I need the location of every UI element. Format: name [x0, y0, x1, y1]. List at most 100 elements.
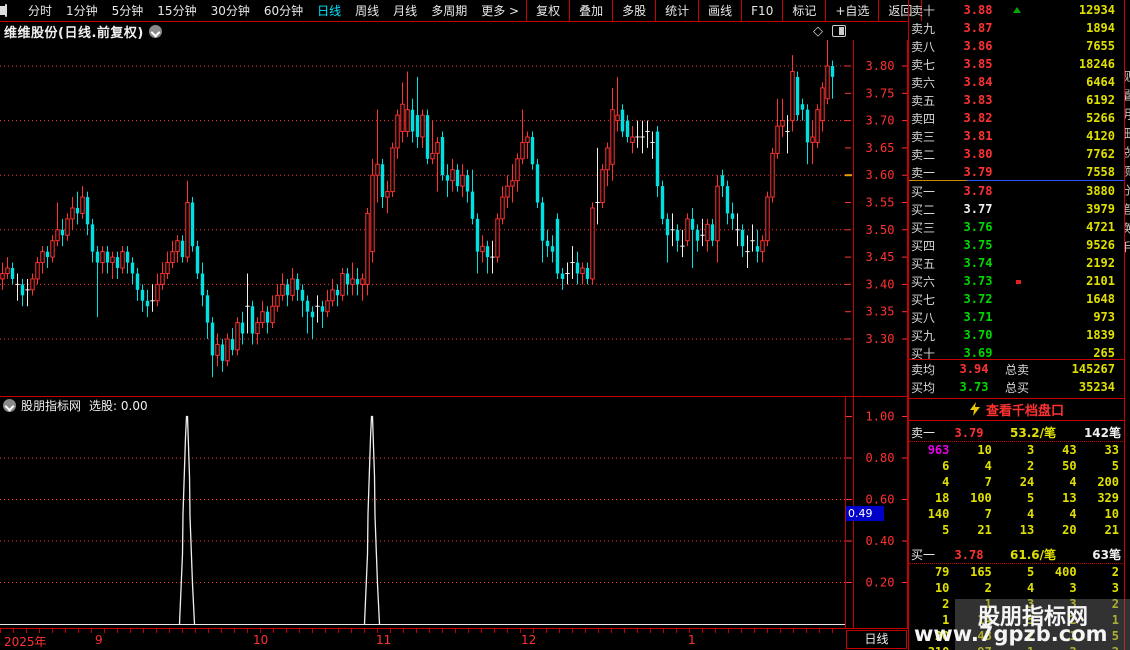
- window-layout-icon[interactable]: [0, 4, 7, 17]
- order-book-row[interactable]: 买二 3.77 3979: [909, 200, 1125, 218]
- toolbar-button[interactable]: 标记: [782, 0, 825, 21]
- svg-text:3.55: 3.55: [866, 196, 895, 210]
- tick-row: 4 7 24 4 200: [909, 475, 1121, 491]
- svg-text:3.35: 3.35: [866, 305, 895, 319]
- tick-cell: 200: [1097, 475, 1119, 489]
- order-book-panel: 卖十 3.88 12934 卖九 3.87 1894 卖八 3.86 7655 卖七 3.85 182…: [908, 0, 1125, 650]
- tick-row: 79 165 5 400 2: [909, 565, 1121, 581]
- deep-quote-link[interactable]: 查看千档盘口: [909, 398, 1125, 421]
- level-volume: 3979: [1086, 202, 1115, 216]
- order-book-row[interactable]: 卖六 3.84 6464: [909, 73, 1125, 91]
- tick-row: 140 7 4 4 10: [909, 507, 1121, 523]
- period-tab[interactable]: 月线: [393, 2, 417, 19]
- level-label: 买八: [911, 310, 936, 325]
- level-label: 买二: [911, 202, 936, 217]
- level-label: 卖九: [911, 21, 936, 36]
- tick-cell: 5: [1026, 565, 1035, 579]
- total-sell-value: 145267: [1071, 362, 1115, 376]
- tick-cell: 3: [1069, 581, 1077, 595]
- level-label: 卖八: [911, 39, 936, 54]
- period-tab[interactable]: 分时: [28, 2, 52, 19]
- chevron-down-icon[interactable]: [3, 398, 16, 412]
- period-tab[interactable]: 15分钟: [157, 2, 196, 19]
- tick-cell: 10: [1104, 507, 1119, 521]
- level-price: 3.87: [963, 21, 993, 35]
- tick-cell: 33: [1104, 443, 1119, 457]
- tick-cell: 329: [1097, 491, 1119, 505]
- toolbar-button[interactable]: 多股: [612, 0, 655, 21]
- level-volume: 973: [1093, 310, 1115, 324]
- order-book-row[interactable]: 卖三 3.81 4120: [909, 127, 1125, 145]
- split-pane-icon[interactable]: [832, 25, 846, 37]
- level-volume: 4120: [1086, 129, 1115, 143]
- order-book-row[interactable]: 卖一 3.79 7558: [909, 163, 1125, 181]
- time-axis-label: 1: [688, 633, 696, 647]
- period-tab[interactable]: 更多 >: [481, 2, 519, 19]
- order-book-row[interactable]: 卖九 3.87 1894: [909, 19, 1125, 37]
- level-price: 3.69: [963, 346, 993, 360]
- order-book-row[interactable]: 卖十 3.88 12934: [909, 1, 1125, 19]
- order-book-row[interactable]: 买五 3.74 2192: [909, 254, 1125, 272]
- order-book-row[interactable]: 买一 3.78 3880: [909, 182, 1125, 200]
- tick-cell: 13: [1062, 491, 1077, 505]
- chevron-down-icon[interactable]: [148, 24, 162, 38]
- tick-cell: 21: [1104, 523, 1119, 537]
- sell-avg-price: 3.94: [959, 362, 989, 376]
- period-tab[interactable]: 5分钟: [112, 2, 144, 19]
- averages-box: 卖均 3.94 总卖 145267 买均 3.73 总买 35234: [909, 359, 1125, 399]
- order-book-row[interactable]: 买七 3.72 1648: [909, 290, 1125, 308]
- candlestick-chart[interactable]: 3.80 3.75 3.70 3.65 3.60 3.55 3.50 3.45 3.40 3.35…: [0, 40, 908, 396]
- level-volume: 9526: [1086, 238, 1115, 252]
- side-tab-strip[interactable]: 现量明细总额分笔换手: [1124, 0, 1130, 650]
- level-label: 买六: [911, 274, 936, 289]
- top-toolbar: 分时 1分钟 5分钟 15分钟 30分钟 60分钟 日线 周线 月线 多周期 更多 > 复权 叠加 多股…: [0, 0, 923, 22]
- toolbar-button[interactable]: 统计: [655, 0, 698, 21]
- period-tab[interactable]: 30分钟: [211, 2, 250, 19]
- period-tab[interactable]: 多周期: [431, 2, 467, 19]
- order-book-row[interactable]: 买四 3.75 9526: [909, 236, 1125, 254]
- order-book-row[interactable]: 卖四 3.82 5266: [909, 109, 1125, 127]
- tick-row: 6 4 2 50 5: [909, 459, 1121, 475]
- time-axis-label: 9: [95, 633, 103, 647]
- total-sell-label: 总卖: [1005, 362, 1030, 377]
- period-tab[interactable]: 60分钟: [264, 2, 303, 19]
- period-tab[interactable]: 日线: [317, 2, 341, 19]
- level-label: 买四: [911, 238, 936, 253]
- indicator-chart[interactable]: 1.00 0.80 0.60 0.40 0.20: [0, 396, 908, 628]
- order-book-row[interactable]: 买六 3.73 2101: [909, 272, 1125, 290]
- order-book-row[interactable]: 卖七 3.85 18246: [909, 55, 1125, 73]
- toolbar-button[interactable]: 叠加: [569, 0, 612, 21]
- tick-cell: 7: [984, 507, 992, 521]
- order-book-row[interactable]: 买八 3.71 973: [909, 308, 1125, 326]
- svg-text:3.65: 3.65: [866, 141, 895, 155]
- tick-cell: 400: [1054, 565, 1077, 579]
- order-book-row[interactable]: 卖五 3.83 6192: [909, 91, 1125, 109]
- level-volume: 265: [1093, 346, 1115, 360]
- trading-app-window: 分时 1分钟 5分钟 15分钟 30分钟 60分钟 日线 周线 月线 多周期 更多 > 复权 叠加 多股…: [0, 0, 1130, 650]
- indicator-header: 股朋指标网 选股: 0.00: [0, 398, 148, 413]
- queue-header: 买一 3.78 61.6/笔 63笔: [909, 546, 1125, 563]
- period-tab[interactable]: 周线: [355, 2, 379, 19]
- toolbar-button[interactable]: F10: [741, 0, 782, 21]
- order-book-row[interactable]: 卖二 3.80 7762: [909, 145, 1125, 163]
- level-price: 3.80: [963, 147, 993, 161]
- order-book-row[interactable]: 卖八 3.86 7655: [909, 37, 1125, 55]
- period-tab[interactable]: 1分钟: [66, 2, 98, 19]
- svg-text:3.60: 3.60: [866, 168, 895, 182]
- order-book-row[interactable]: 买九 3.70 1839: [909, 326, 1125, 344]
- toolbar-button[interactable]: +自选: [825, 0, 878, 21]
- level-price: 3.76: [963, 220, 993, 234]
- svg-text:3.30: 3.30: [866, 332, 895, 346]
- period-menu: 分时 1分钟 5分钟 15分钟 30分钟 60分钟 日线 周线 月线 多周期 更多 >: [21, 2, 526, 19]
- indicator-title: 股朋指标网: [21, 398, 82, 413]
- level-label: 卖二: [911, 147, 936, 162]
- order-book-row[interactable]: 买三 3.76 4721: [909, 218, 1125, 236]
- level-volume: 1894: [1086, 21, 1115, 35]
- deep-quote-link-label: 查看千档盘口: [985, 403, 1064, 419]
- diamond-icon[interactable]: ◇: [813, 24, 823, 39]
- period-label-box[interactable]: 日线: [846, 630, 907, 649]
- toolbar-button[interactable]: 画线: [698, 0, 741, 21]
- toolbar-button[interactable]: 复权: [526, 0, 569, 21]
- total-buy-value: 35234: [1078, 380, 1115, 394]
- queue-header: 卖一 3.79 53.2/笔 142笔: [909, 424, 1125, 441]
